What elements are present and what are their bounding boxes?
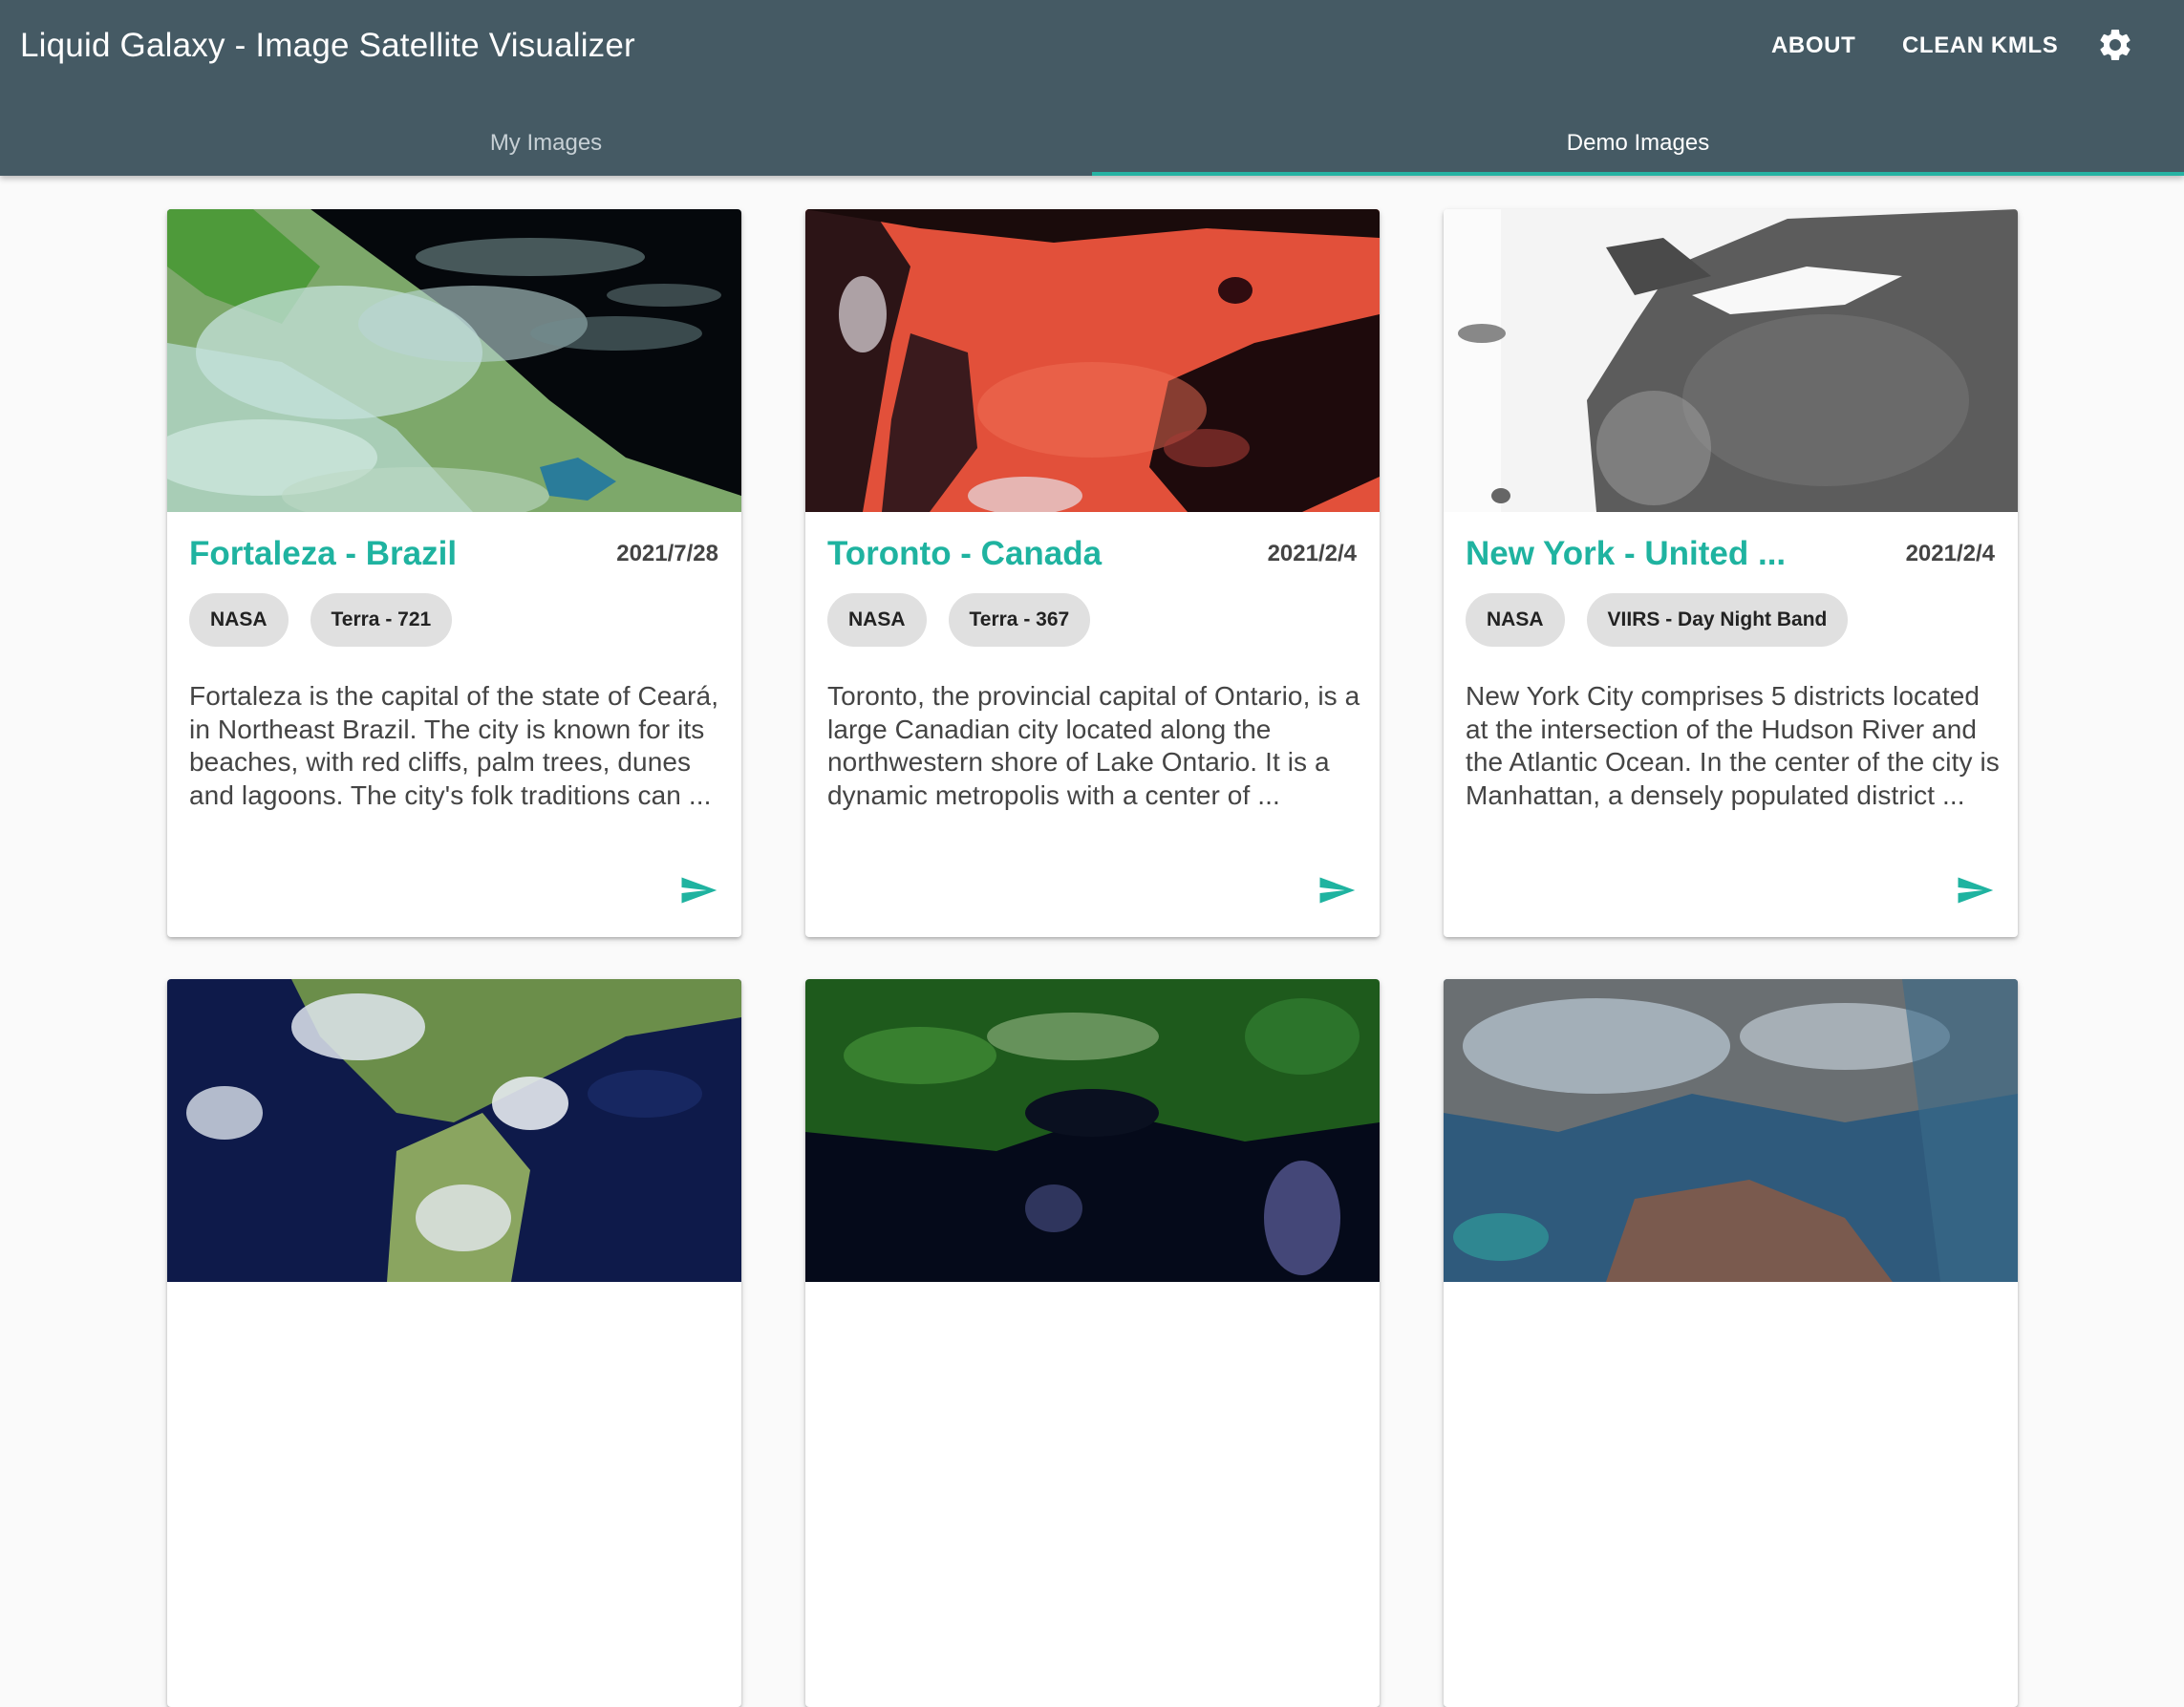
card-date: 2021/7/28 [616, 541, 718, 566]
tab-my-images[interactable]: My Images [0, 111, 1092, 176]
image-card[interactable] [1444, 979, 2018, 1707]
chip-group: NASA Terra - 721 [189, 593, 453, 647]
send-icon[interactable] [1317, 873, 1357, 907]
satellite-image [167, 209, 741, 512]
satellite-image [167, 979, 741, 1282]
satellite-image [805, 209, 1380, 512]
image-card[interactable] [167, 979, 741, 1707]
tab-demo-images[interactable]: Demo Images [1092, 111, 2184, 176]
chip-source[interactable]: NASA [827, 593, 927, 647]
chip-source[interactable]: NASA [189, 593, 289, 647]
chip-group: NASA Terra - 367 [827, 593, 1091, 647]
chip-source[interactable]: NASA [1466, 593, 1565, 647]
gear-icon[interactable] [2096, 26, 2134, 64]
image-card[interactable]: New York - United ... 2021/2/4 NASA VIIR… [1444, 209, 2018, 937]
image-card[interactable]: Toronto - Canada 2021/2/4 NASA Terra - 3… [805, 209, 1380, 937]
app-bar: Liquid Galaxy - Image Satellite Visualiz… [0, 0, 2184, 176]
chip-layer[interactable]: VIIRS - Day Night Band [1586, 593, 1849, 647]
chip-layer[interactable]: Terra - 367 [948, 593, 1091, 647]
clean-kmls-button[interactable]: CLEAN KMLS [1902, 27, 2058, 65]
image-card[interactable]: Fortaleza - Brazil 2021/7/28 NASA Terra … [167, 209, 741, 937]
card-description: Toronto, the provincial capital of Ontar… [827, 681, 1360, 810]
card-description: New York City comprises 5 districts loca… [1466, 681, 2000, 810]
satellite-image [1444, 979, 2018, 1282]
chip-layer[interactable]: Terra - 721 [310, 593, 453, 647]
satellite-image [805, 979, 1380, 1282]
app-title: Liquid Galaxy - Image Satellite Visualiz… [20, 27, 635, 64]
card-title: New York - United ... [1466, 535, 1787, 572]
send-icon[interactable] [1955, 873, 1995, 907]
about-button[interactable]: ABOUT [1771, 27, 1855, 65]
card-date: 2021/2/4 [1267, 541, 1357, 566]
send-icon[interactable] [678, 873, 718, 907]
card-title: Fortaleza - Brazil [189, 535, 458, 572]
image-card[interactable] [805, 979, 1380, 1707]
satellite-image [1444, 209, 2018, 512]
tab-indicator [1092, 172, 2184, 176]
card-title: Toronto - Canada [827, 535, 1103, 572]
chip-group: NASA VIIRS - Day Night Band [1466, 593, 1849, 647]
card-description: Fortaleza is the capital of the state of… [189, 681, 719, 810]
card-date: 2021/2/4 [1905, 541, 1995, 566]
